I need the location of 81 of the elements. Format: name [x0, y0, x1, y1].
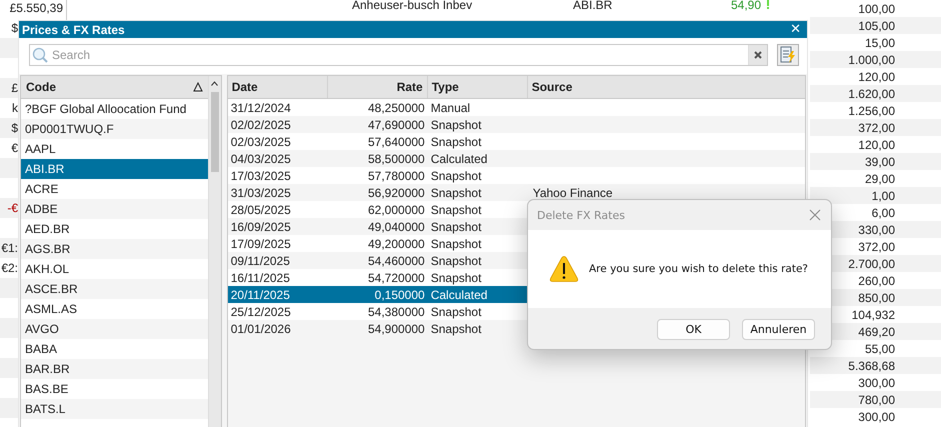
- table-cell-text: 47,690000: [366, 118, 426, 132]
- value-fragment: £: [10, 81, 18, 95]
- table-cell: 1,00: [872, 188, 895, 202]
- table-cell: 39,00: [864, 154, 895, 168]
- value-fragment: -€: [6, 201, 18, 215]
- table-cell-text: Yahoo Finance: [532, 186, 614, 200]
- table-cell-text: 49,200000: [366, 236, 426, 250]
- table-cell-text: 0,150000: [374, 288, 426, 302]
- table-cell-text: 48,250000: [366, 100, 426, 114]
- table-cell: 6,00: [872, 206, 895, 220]
- table-cell: 55,00: [864, 342, 895, 356]
- table-cell-text: 02/03/2025: [230, 134, 292, 148]
- table-cell: 330,00: [858, 222, 895, 236]
- value-fragment: €2:: [0, 261, 18, 275]
- table-cell-text: 54,460000: [366, 254, 426, 268]
- table-cell-text: 31/03/2025: [230, 186, 292, 200]
- value-fragment: k: [11, 101, 18, 115]
- table-cell-text: 62,000000: [366, 202, 426, 216]
- table-cell-text: Snapshot: [430, 254, 482, 268]
- table-cell-text: 09/11/2025: [230, 254, 291, 268]
- table-cell-text: 54,90: [730, 0, 761, 12]
- table-cell-text: 16/11/2025: [230, 270, 291, 284]
- table-cell: 104,932: [852, 308, 895, 322]
- window-title: Prices & FX Rates: [22, 22, 125, 36]
- table-cell: 15,00: [864, 36, 895, 50]
- table-cell: 105,00: [858, 18, 895, 32]
- value-fragment: €1:: [0, 241, 18, 255]
- table-cell-text: 20/11/2025: [230, 288, 291, 302]
- table-cell: 780,00: [858, 392, 895, 406]
- table-cell-text: 57,640000: [366, 134, 426, 148]
- table-cell-text: Snapshot: [430, 220, 482, 234]
- table-cell: 372,00: [858, 240, 895, 254]
- table-cell: 469,20: [858, 324, 895, 338]
- table-cell-text: 54,720000: [366, 270, 426, 284]
- table-cell-text: 28/05/2025: [230, 202, 292, 216]
- table-cell: 2.700,00: [848, 256, 895, 270]
- table-cell-text: 02/02/2025: [230, 118, 292, 132]
- table-cell-text: Snapshot: [430, 236, 482, 250]
- table-cell-text: Calculated: [430, 152, 488, 166]
- table-cell: 372,00: [858, 120, 895, 134]
- table-cell: 300,00: [858, 376, 895, 390]
- table-cell: 1.256,00: [848, 104, 895, 118]
- table-cell-text: Calculated: [430, 288, 488, 302]
- table-cell-text: 49,040000: [366, 220, 426, 234]
- table-cell: 850,00: [858, 290, 895, 304]
- table-cell-text: 31/12/2024: [230, 100, 292, 114]
- table-cell-text: Manual: [430, 100, 472, 114]
- table-cell-text: 54,900000: [366, 322, 426, 336]
- value-fragment: €: [10, 141, 18, 155]
- table-cell: 5.368,68: [848, 358, 895, 372]
- table-cell-text: Snapshot: [430, 304, 482, 318]
- value-fragment: $: [10, 21, 18, 35]
- table-cell-text: 01/01/2026: [230, 322, 292, 336]
- table-cell-text: Snapshot: [430, 118, 482, 132]
- balance-value: £5.550,39: [10, 1, 63, 15]
- table-cell-text: 58,500000: [366, 152, 426, 166]
- table-cell-text: 56,920000: [366, 186, 426, 200]
- value-fragment: $: [10, 121, 18, 135]
- table-cell: 1.620,00: [848, 86, 895, 100]
- table-cell-text: 17/09/2025: [230, 236, 292, 250]
- table-cell: 100,00: [858, 2, 895, 16]
- table-cell-text: 54,380000: [366, 304, 426, 318]
- table-cell-text: 17/03/2025: [230, 168, 292, 182]
- table-cell-text: Snapshot: [430, 186, 482, 200]
- table-cell: 1.000,00: [848, 52, 895, 66]
- table-cell: 29,00: [864, 172, 895, 186]
- table-cell-text: Snapshot: [430, 202, 482, 216]
- table-cell-text: Snapshot: [430, 270, 482, 284]
- table-cell: 120,00: [858, 70, 895, 84]
- table-cell-text: 16/09/2025: [230, 220, 292, 234]
- table-cell: 260,00: [858, 274, 895, 288]
- table-cell-text: Snapshot: [430, 322, 482, 336]
- table-cell-text: Snapshot: [430, 134, 482, 148]
- table-cell-text: Snapshot: [430, 168, 482, 182]
- table-cell-text: 57,780000: [366, 168, 426, 182]
- table-cell-text: 04/03/2025: [230, 152, 292, 166]
- table-cell-text: ABI.BR: [573, 0, 614, 12]
- table-cell: 120,00: [858, 138, 895, 152]
- table-cell: 300,00: [858, 410, 895, 424]
- table-cell-text: 25/12/2025: [230, 304, 292, 318]
- table-cell-text: Anheuser-busch Inbev: [352, 0, 474, 12]
